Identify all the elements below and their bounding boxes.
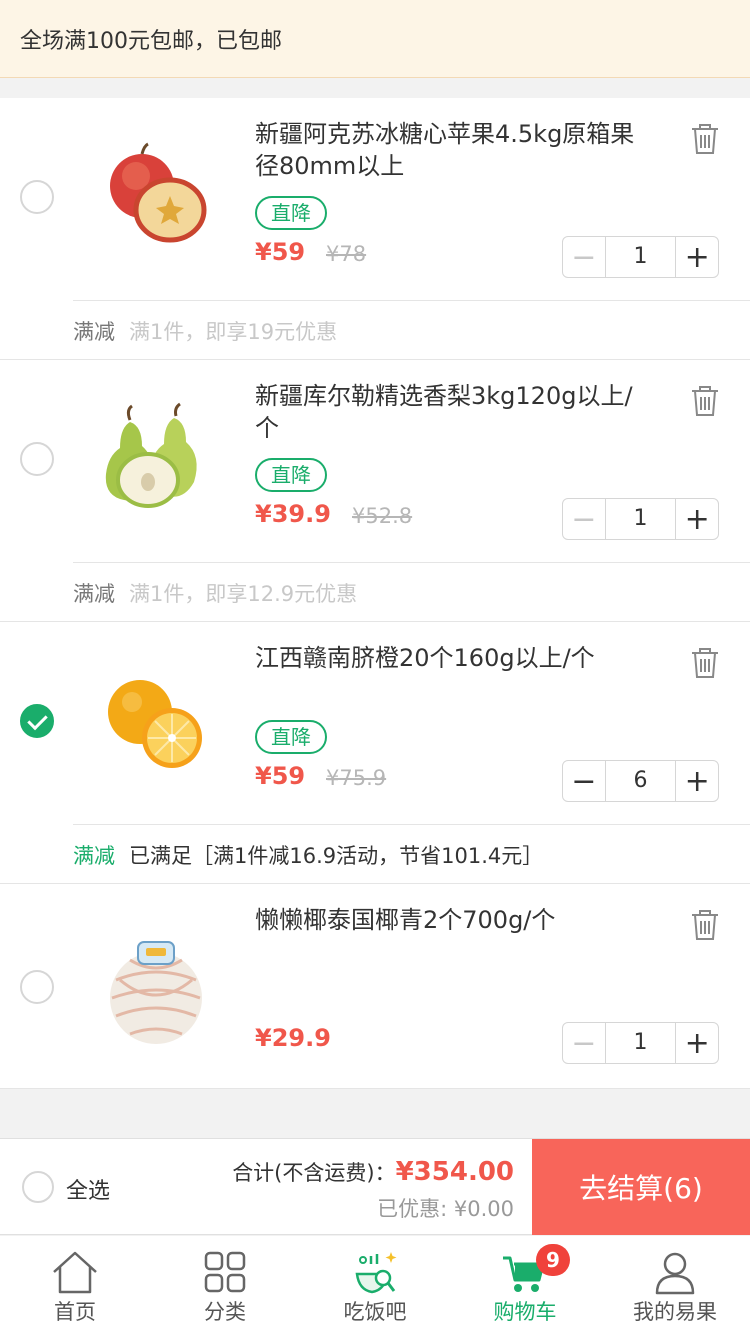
home-icon xyxy=(53,1251,97,1294)
trash-icon[interactable] xyxy=(688,646,722,680)
promo-row: 满减 满1件，即享19元优惠 xyxy=(73,300,750,360)
checkout-bar: 全选 合计(不含运费)：¥354.00 已优惠: ¥0.00 去结算(6) xyxy=(0,1138,750,1235)
decrease-button[interactable]: − xyxy=(563,761,605,801)
increase-button[interactable]: + xyxy=(676,499,718,539)
tab-cart[interactable]: 购物车 9 xyxy=(450,1236,600,1334)
product-title[interactable]: 懒懒椰泰国椰青2个700g/个 xyxy=(255,904,645,936)
product-price: ¥59 xyxy=(255,238,306,266)
cart-count-badge: 9 xyxy=(536,1244,570,1276)
decrease-button[interactable]: − xyxy=(563,237,605,277)
trash-icon[interactable] xyxy=(688,122,722,156)
cart-page: 全场满100元包邮，已包邮 新疆阿克苏冰糖心苹果4.5kg原箱果径80mm以上 … xyxy=(0,0,750,1334)
promo-row: 满减 满1件，即享12.9元优惠 xyxy=(73,562,750,622)
product-image-orange[interactable] xyxy=(96,662,216,782)
tab-label: 购物车 xyxy=(493,1300,557,1324)
product-image-coconut[interactable] xyxy=(96,930,216,1050)
tab-label: 分类 xyxy=(204,1300,246,1324)
list-footer-gap xyxy=(0,1088,750,1138)
free-shipping-text: 全场满100元包邮，已包邮 xyxy=(20,28,282,54)
decrease-button[interactable]: − xyxy=(563,1023,605,1063)
item-checkbox[interactable] xyxy=(20,970,54,1004)
product-title[interactable]: 新疆库尔勒精选香梨3kg120g以上/个 xyxy=(255,380,645,444)
original-price: ¥75.9 xyxy=(326,766,387,790)
quantity-stepper: − 6 + xyxy=(562,760,719,802)
price-drop-tag: 直降 xyxy=(255,458,327,492)
item-checkbox[interactable] xyxy=(20,180,54,214)
trash-icon[interactable] xyxy=(688,908,722,942)
checkout-button[interactable]: 去结算(6) xyxy=(532,1139,750,1235)
tab-my-account[interactable]: 我的易果 xyxy=(600,1236,750,1334)
promo-label: 满减 xyxy=(73,843,115,868)
cart-item: 懒懒椰泰国椰青2个700g/个 ¥29.9 − 1 + xyxy=(0,884,750,1112)
category-icon xyxy=(204,1251,246,1293)
cart-item: 江西赣南脐橙20个160g以上/个 直降 ¥59 ¥75.9 − 6 + 满减 … xyxy=(0,622,750,884)
quantity-stepper: − 1 + xyxy=(562,498,719,540)
tab-dining[interactable]: 吃饭吧 xyxy=(300,1236,450,1334)
bottom-tab-bar: 首页 分类 吃饭吧 购物车 9 我的易果 xyxy=(0,1236,750,1334)
user-icon xyxy=(655,1252,695,1295)
product-price: ¥59 xyxy=(255,762,306,790)
product-image-apple[interactable] xyxy=(96,138,216,258)
promo-text: 满1件，即享19元优惠 xyxy=(129,319,338,344)
increase-button[interactable]: + xyxy=(676,237,718,277)
price-drop-tag: 直降 xyxy=(255,720,327,754)
promo-label: 满减 xyxy=(73,319,115,344)
trash-icon[interactable] xyxy=(688,384,722,418)
discount-amount: 已优惠: ¥0.00 xyxy=(377,1197,514,1221)
tab-home[interactable]: 首页 xyxy=(0,1236,150,1334)
promo-label: 满减 xyxy=(73,581,115,606)
cart-item-list: 新疆阿克苏冰糖心苹果4.5kg原箱果径80mm以上 直降 ¥59 ¥78 − 1… xyxy=(0,98,750,1112)
increase-button[interactable]: + xyxy=(676,761,718,801)
item-checkbox-checked[interactable] xyxy=(20,704,54,738)
quantity-stepper: − 1 + xyxy=(562,1022,719,1064)
product-title[interactable]: 新疆阿克苏冰糖心苹果4.5kg原箱果径80mm以上 xyxy=(255,118,645,182)
product-title[interactable]: 江西赣南脐橙20个160g以上/个 xyxy=(255,642,645,674)
product-image-pear[interactable] xyxy=(96,400,216,520)
select-all-checkbox[interactable] xyxy=(22,1171,54,1203)
tab-label: 首页 xyxy=(54,1300,96,1324)
promo-text: 满1件，即享12.9元优惠 xyxy=(129,581,358,606)
cart-item: 新疆库尔勒精选香梨3kg120g以上/个 直降 ¥39.9 ¥52.8 − 1 … xyxy=(0,360,750,622)
price-drop-tag: 直降 xyxy=(255,196,327,230)
quantity-value[interactable]: 6 xyxy=(604,761,677,801)
total-label: 合计(不含运费)： xyxy=(232,1161,396,1185)
tab-label: 我的易果 xyxy=(633,1300,717,1324)
product-price: ¥39.9 xyxy=(255,500,331,528)
cart-item: 新疆阿克苏冰糖心苹果4.5kg原箱果径80mm以上 直降 ¥59 ¥78 − 1… xyxy=(0,98,750,360)
decrease-button[interactable]: − xyxy=(563,499,605,539)
quantity-value[interactable]: 1 xyxy=(604,237,677,277)
product-price: ¥29.9 xyxy=(255,1024,331,1052)
tab-category[interactable]: 分类 xyxy=(150,1236,300,1334)
total-amount: ¥354.00 xyxy=(395,1157,514,1187)
free-shipping-banner: 全场满100元包邮，已包邮 xyxy=(0,0,750,78)
original-price: ¥52.8 xyxy=(352,504,413,528)
tab-label: 吃饭吧 xyxy=(343,1300,407,1324)
quantity-value[interactable]: 1 xyxy=(604,499,677,539)
item-checkbox[interactable] xyxy=(20,442,54,476)
original-price: ¥78 xyxy=(326,242,367,266)
select-all-label[interactable]: 全选 xyxy=(66,1173,110,1205)
total-summary: 合计(不含运费)：¥354.00 xyxy=(232,1157,514,1187)
quantity-stepper: − 1 + xyxy=(562,236,719,278)
quantity-value[interactable]: 1 xyxy=(604,1023,677,1063)
promo-row: 满减 已满足［满1件减16.9活动，节省101.4元］ xyxy=(73,824,750,884)
increase-button[interactable]: + xyxy=(676,1023,718,1063)
dining-icon xyxy=(355,1252,397,1294)
promo-text: 已满足［满1件减16.9活动，节省101.4元］ xyxy=(129,843,544,868)
